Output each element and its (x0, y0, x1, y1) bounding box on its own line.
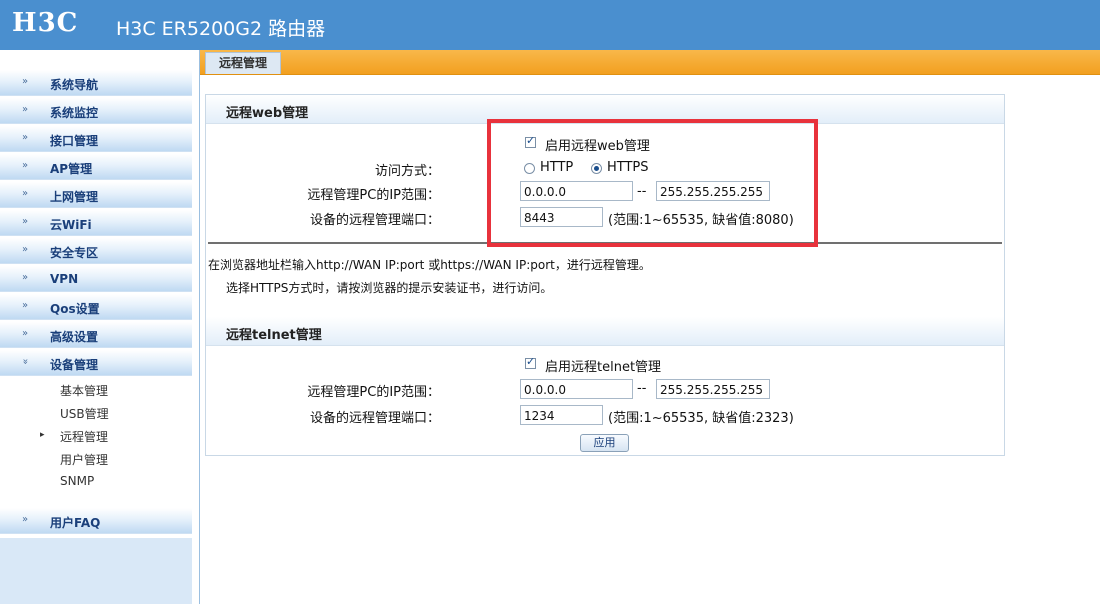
sidebar-item-label: 安全专区 (50, 246, 99, 260)
double-chevron-right-icon: » (22, 216, 29, 227)
sidebar-item-label: 高级设置 (50, 330, 99, 344)
telnet-port-input[interactable]: 1234 (520, 405, 603, 425)
apply-button[interactable]: 应用 (580, 434, 629, 452)
telnet-ip-start-input[interactable]: 0.0.0.0 (520, 379, 633, 399)
double-chevron-right-icon: » (22, 300, 29, 311)
web-ip-range-label: 远程管理PC的IP范围： (307, 188, 440, 203)
app-header: H3C H3C ER5200G2 路由器 (0, 0, 1100, 50)
sidebar-item-internet[interactable]: » 上网管理 (0, 182, 192, 208)
tab-bar: 远程管理 (200, 50, 1100, 75)
sidebar-item-label: 接口管理 (50, 134, 99, 148)
sidebar-subitem-user[interactable]: 用户管理 (60, 451, 108, 468)
double-chevron-right-icon: » (22, 514, 29, 525)
sidebar-item-label: 云WiFi (50, 218, 92, 232)
access-method-label: 访问方式： (374, 164, 440, 179)
web-section-title: 远程web管理 (226, 106, 309, 121)
sidebar-item-label: VPN (50, 272, 79, 286)
double-chevron-right-icon: » (22, 104, 29, 115)
sidebar-item-label: 系统监控 (50, 106, 99, 120)
sidebar-subitem-usb[interactable]: USB管理 (60, 405, 109, 422)
h3c-logo: H3C (12, 8, 79, 38)
sidebar-item-label: AP管理 (50, 162, 93, 176)
sidebar-subitem-basic[interactable]: 基本管理 (60, 382, 108, 399)
note-line-2: 选择HTTPS方式时，请按浏览器的提示安装证书，进行访问。 (226, 281, 553, 295)
page-title: H3C ER5200G2 路由器 (116, 18, 326, 40)
double-chevron-right-icon: » (22, 188, 29, 199)
sidebar-item-label: 系统导航 (50, 78, 99, 92)
sidebar-item-system-monitor[interactable]: » 系统监控 (0, 98, 192, 124)
double-chevron-right-icon: » (22, 244, 29, 255)
sidebar-item-interface[interactable]: » 接口管理 (0, 126, 192, 152)
telnet-port-hint: (范围:1~65535, 缺省值:2323) (608, 411, 794, 426)
telnet-section-header: 远程telnet管理 (206, 317, 1004, 346)
double-chevron-right-icon: » (22, 328, 29, 339)
sidebar-filler (0, 538, 192, 604)
sidebar-item-ap[interactable]: » AP管理 (0, 154, 192, 180)
sidebar-item-security[interactable]: » 安全专区 (0, 238, 192, 264)
sidebar-item-label: 设备管理 (50, 358, 99, 372)
sidebar-item-faq[interactable]: » 用户FAQ (0, 508, 192, 534)
double-chevron-right-icon: » (22, 160, 29, 171)
sidebar-item-vpn[interactable]: » VPN (0, 266, 192, 292)
sidebar-item-system-nav[interactable]: » 系统导航 (0, 70, 192, 96)
enable-telnet-checkbox[interactable] (525, 355, 536, 369)
sidebar-subitem-snmp[interactable]: SNMP (60, 474, 94, 488)
highlight-box (487, 119, 818, 247)
sidebar-item-label: Qos设置 (50, 302, 100, 316)
enable-telnet-label: 启用远程telnet管理 (545, 360, 662, 375)
note-line-1: 在浏览器地址栏输入http://WAN IP:port 或https://WAN… (208, 258, 651, 272)
sidebar: » 系统导航 » 系统监控 » 接口管理 » AP管理 » 上网管理 » 云Wi… (0, 50, 200, 604)
sidebar-item-label: 用户FAQ (50, 516, 101, 530)
tab-remote-management[interactable]: 远程管理 (205, 52, 281, 74)
sidebar-subitem-remote[interactable]: 远程管理 (60, 428, 108, 445)
double-chevron-right-icon: » (22, 272, 29, 283)
telnet-ip-end-input[interactable]: 255.255.255.255 (656, 379, 770, 399)
sidebar-item-label: 上网管理 (50, 190, 99, 204)
telnet-ip-dash: -- (637, 381, 647, 396)
telnet-section-title: 远程telnet管理 (226, 328, 322, 343)
double-chevron-down-icon: » (19, 358, 31, 365)
double-chevron-right-icon: » (22, 132, 29, 143)
sidebar-item-qos[interactable]: » Qos设置 (0, 294, 192, 320)
telnet-port-label: 设备的远程管理端口： (309, 411, 440, 426)
sidebar-item-device[interactable]: » 设备管理 (0, 350, 192, 376)
double-chevron-right-icon: » (22, 76, 29, 87)
sidebar-item-advanced[interactable]: » 高级设置 (0, 322, 192, 348)
web-port-label: 设备的远程管理端口： (309, 213, 440, 228)
sidebar-item-cloud-wifi[interactable]: » 云WiFi (0, 210, 192, 236)
telnet-ip-range-label: 远程管理PC的IP范围： (307, 385, 440, 400)
chevron-right-icon: ▸ (40, 430, 45, 440)
